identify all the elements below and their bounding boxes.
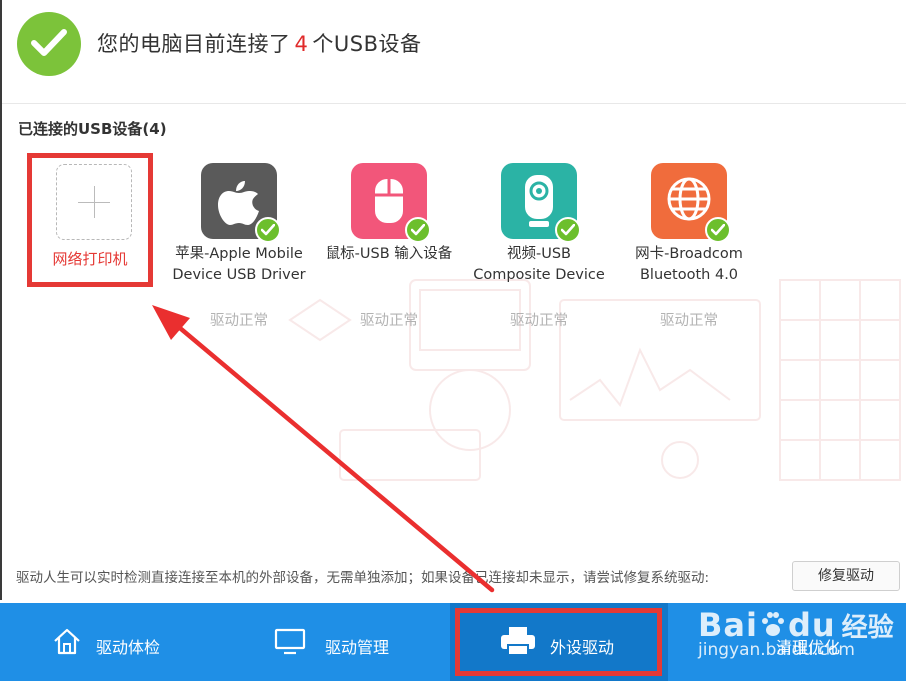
device-name-line1: 网卡-Broadcom bbox=[635, 246, 743, 262]
globe-icon bbox=[651, 163, 731, 243]
paw-icon bbox=[761, 612, 784, 636]
title-suffix: 个USB设备 bbox=[312, 32, 422, 56]
page-title: 您的电脑目前连接了 4 个USB设备 bbox=[97, 28, 421, 58]
ok-badge-icon bbox=[255, 217, 281, 243]
device-card[interactable]: 视频-USB Composite Device 驱动正常 bbox=[464, 163, 614, 329]
baidu-watermark: Bai du 经验 jingyan.baidu.com bbox=[698, 606, 894, 660]
nav-item-driver-check[interactable]: 驱动体检 bbox=[0, 603, 225, 681]
section-heading: 已连接的USB设备(4) bbox=[18, 120, 167, 138]
watermark-cn: 经验 bbox=[841, 613, 894, 643]
device-status: 驱动正常 bbox=[510, 313, 568, 329]
device-name-line1: 视频-USB bbox=[507, 246, 571, 262]
nav-item-label: 驱动管理 bbox=[325, 638, 390, 657]
check-icon bbox=[17, 12, 81, 76]
watermark-brand: Bai bbox=[698, 606, 758, 644]
ok-badge-icon bbox=[705, 217, 731, 243]
device-name: 视频-USB Composite Device bbox=[464, 244, 614, 286]
device-status: 驱动正常 bbox=[660, 313, 718, 329]
device-card[interactable]: 苹果-Apple Mobile Device USB Driver 驱动正常 bbox=[164, 163, 314, 329]
nav-item-driver-manage[interactable]: 驱动管理 bbox=[225, 603, 450, 681]
plus-icon-vertical bbox=[94, 186, 95, 218]
background-illustration bbox=[288, 279, 901, 481]
mouse-icon bbox=[351, 163, 431, 243]
nav-item-label: 驱动体检 bbox=[96, 638, 161, 657]
watermark-url: jingyan.baidu.com bbox=[698, 640, 855, 660]
header-divider bbox=[2, 103, 906, 104]
add-device-tile[interactable]: 网络打印机 bbox=[27, 153, 153, 287]
device-name-line1: 苹果-Apple Mobile bbox=[175, 246, 303, 262]
device-status: 驱动正常 bbox=[210, 313, 268, 329]
device-name-line2: Device USB Driver bbox=[172, 267, 306, 283]
webcam-icon bbox=[501, 163, 581, 243]
device-name: 鼠标-USB 输入设备 bbox=[314, 244, 464, 265]
device-name: 网卡-Broadcom Bluetooth 4.0 bbox=[614, 244, 764, 286]
ok-badge-icon bbox=[555, 217, 581, 243]
device-name-line1: 鼠标-USB 输入设备 bbox=[325, 246, 453, 262]
device-status: 驱动正常 bbox=[360, 313, 418, 329]
device-count: 4 bbox=[294, 32, 309, 56]
status-header: 您的电脑目前连接了 4 个USB设备 bbox=[0, 0, 906, 100]
highlight-frame bbox=[455, 608, 662, 676]
device-name-line2: Composite Device bbox=[473, 267, 605, 283]
device-name: 苹果-Apple Mobile Device USB Driver bbox=[164, 244, 314, 286]
help-note: 驱动人生可以实时检测直接连接至本机的外部设备，无需单独添加；如果设备已连接却未显… bbox=[16, 570, 710, 586]
watermark-brand-2: du bbox=[787, 606, 836, 644]
ok-badge-icon bbox=[405, 217, 431, 243]
device-card[interactable]: 鼠标-USB 输入设备 驱动正常 bbox=[314, 163, 464, 329]
apple-icon bbox=[201, 163, 281, 243]
home-icon bbox=[54, 628, 80, 655]
monitor-icon bbox=[274, 628, 306, 655]
repair-driver-button[interactable]: 修复驱动 bbox=[792, 561, 900, 591]
add-device-label: 网络打印机 bbox=[52, 250, 128, 268]
device-name-line2: Bluetooth 4.0 bbox=[639, 267, 739, 283]
device-card[interactable]: 网卡-Broadcom Bluetooth 4.0 驱动正常 bbox=[614, 163, 764, 329]
title-prefix: 您的电脑目前连接了 bbox=[97, 32, 291, 56]
